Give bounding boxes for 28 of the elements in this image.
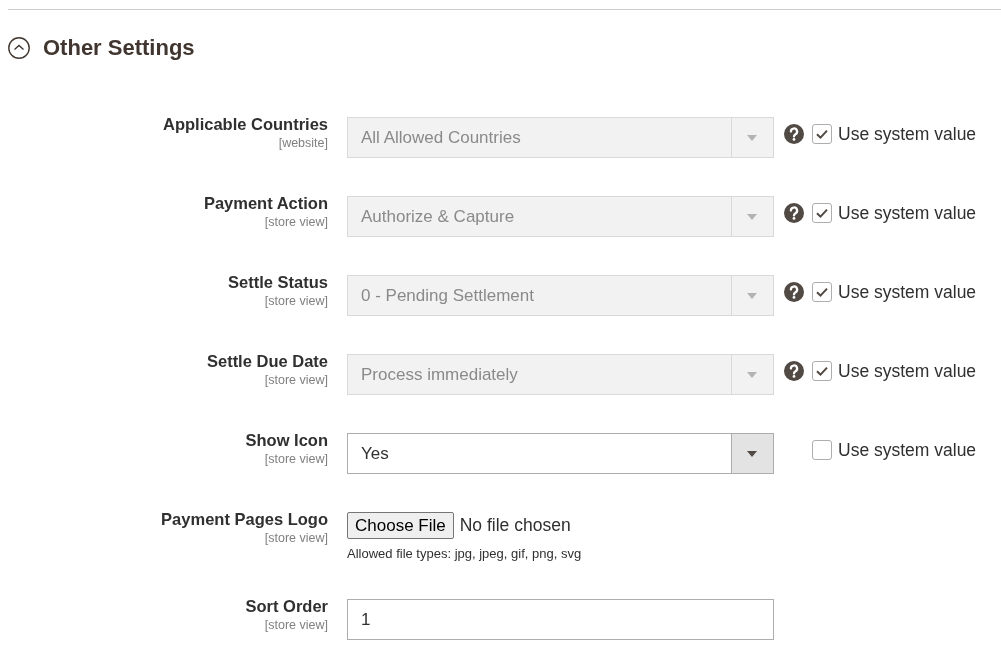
scope-label: [store view] [264,451,328,467]
field-label: Applicable Countries [162,114,328,135]
scope-label: [store view] [264,214,328,230]
scope-label: [store view] [264,617,328,633]
select-dropdown[interactable]: Yes [347,433,774,474]
field-label: Settle Status [228,272,328,293]
choose-file-button[interactable]: Choose File [347,512,454,539]
scope-label: [website] [278,135,328,151]
caret-icon [747,135,757,141]
checkbox-label[interactable]: Use system value [838,440,977,460]
caret-icon [747,293,757,299]
input-field[interactable]: 1 [347,599,774,640]
scope-label: [store view] [264,530,328,546]
field-label: Sort Order [245,596,328,617]
caret-icon [747,372,757,378]
scope-label: [store view] [264,372,328,388]
checkbox[interactable] [812,440,832,460]
caret-icon [747,451,757,457]
field-label: Settle Due Date [206,351,328,372]
file-status-text: No file chosen [459,515,571,536]
field-note: Allowed file types: jpg, jpeg, gif, png, svg [347,546,582,561]
scope-label: [store view] [264,293,328,309]
field-label: Payment Pages Logo [161,509,328,530]
field-label: Payment Action [203,193,328,214]
caret-icon [747,214,757,220]
circled-chevron-up-icon[interactable] [8,37,30,59]
field-label: Show Icon [245,430,328,451]
section-title[interactable]: Other Settings [43,36,195,60]
